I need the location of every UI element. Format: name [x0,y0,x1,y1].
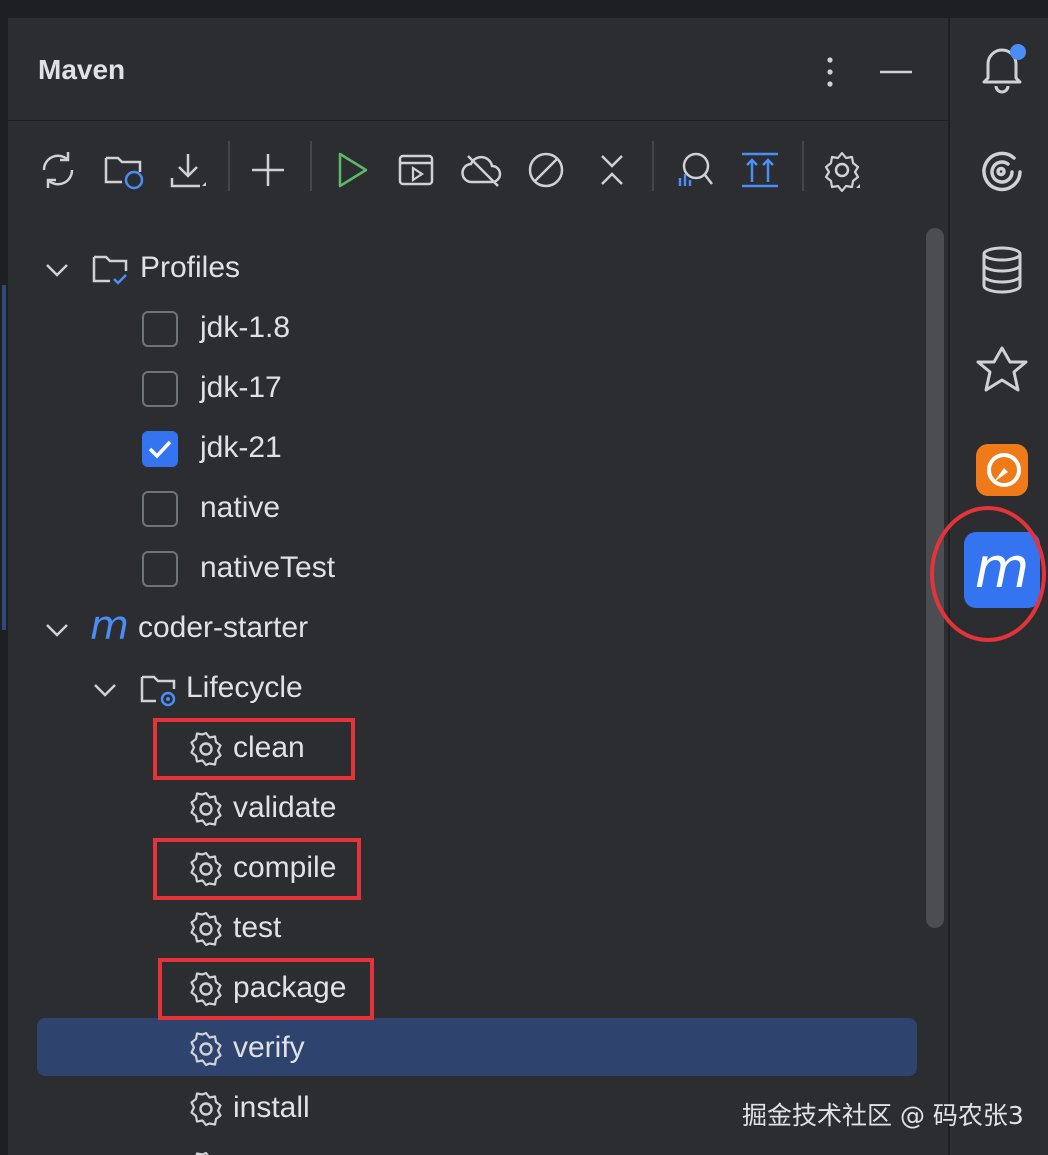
profiles-node[interactable]: Profiles [140,251,240,285]
reload-icon [42,152,74,188]
goal-package[interactable]: package [8,959,928,1019]
minimize-icon[interactable] [876,52,916,92]
profile-checkbox[interactable] [142,431,178,467]
annotation-box [158,958,374,1020]
maven-settings-button[interactable] [820,148,864,193]
window-top-border [0,0,1048,18]
gear-icon [186,1149,226,1155]
gear-icon [186,909,226,949]
collapse-all-button[interactable] [590,148,634,192]
database-icon[interactable] [974,242,1030,298]
panel-title: Maven [38,54,126,85]
dependencies-icon [742,152,778,188]
profile-label: jdk-1.8 [200,311,291,344]
run-icon [338,152,368,188]
profile-checkbox[interactable] [142,551,178,587]
goal-validate[interactable]: validate [8,779,928,839]
maven-toolbar [8,121,948,211]
download-icon [170,154,206,188]
tree-row-profile[interactable]: jdk-21 [8,419,928,479]
profiles-folder-icon [90,249,130,289]
profile-checkbox[interactable] [142,371,178,407]
execute-maven-goal-button[interactable] [394,148,438,192]
reload-all-projects-button[interactable] [36,148,80,192]
project-node[interactable]: coder-starter [138,611,308,645]
skip-tests-button[interactable] [524,148,568,192]
goal-site[interactable]: site [8,1139,928,1155]
execute-icon [398,154,434,186]
goal-clean[interactable]: clean [8,719,928,779]
tree-row-profile[interactable]: jdk-1.8 [8,299,928,359]
chevron-down-icon[interactable] [42,615,72,645]
check-icon [148,440,172,459]
add-maven-project-button[interactable] [246,148,290,192]
goal-label: install [233,1091,310,1124]
goal-label: validate [233,791,337,824]
goal-compile[interactable]: compile [8,839,928,899]
tree-row-project[interactable]: m coder-starter [8,599,928,659]
toolbar-separator [802,141,804,191]
profile-label: jdk-17 [200,371,282,404]
goal-verify[interactable]: verify [8,1019,928,1079]
analyze-dependencies-button[interactable] [672,148,716,192]
maven-tool-window: Maven Profiles jdk-1.8 jdk-17 jdk-21 nat… [8,18,948,1155]
editor-edge [0,0,8,1155]
annotation-box [153,718,355,780]
profile-label: native [200,491,281,524]
goal-label: verify [233,1031,305,1064]
toolbar-separator [228,141,230,191]
analyze-icon [678,152,713,186]
cloud-off-icon [461,155,502,187]
tree-row-profile[interactable]: native [8,479,928,539]
toggle-offline-mode-button[interactable] [460,148,504,192]
collapse-icon [601,155,623,185]
toolbar-separator [310,141,312,191]
gradle-like-icon[interactable] [974,342,1030,398]
skip-icon [528,152,564,188]
folder-refresh-icon [104,156,144,190]
goal-label: site [233,1151,280,1155]
gear-icon [186,1029,226,1069]
show-dependencies-button[interactable] [738,148,782,192]
editor-stripe [2,285,6,630]
lifecycle-folder-icon [138,669,178,709]
tree-row-lifecycle[interactable]: Lifecycle [8,659,928,719]
chevron-down-icon[interactable] [90,675,120,705]
profile-checkbox[interactable] [142,491,178,527]
panel-header: Maven [8,18,948,121]
maven-project-icon: m [90,603,129,649]
goal-label: test [233,911,282,944]
tree-row-profiles[interactable]: Profiles [8,239,928,299]
lifecycle-node[interactable]: Lifecycle [186,671,303,705]
profile-checkbox[interactable] [142,311,178,347]
tree-row-profile[interactable]: jdk-17 [8,359,928,419]
annotation-circle [930,506,1046,642]
chevron-down-icon[interactable] [42,255,72,285]
gear-icon [186,789,226,829]
goal-test[interactable]: test [8,899,928,959]
gear-icon [186,1089,226,1129]
ai-assistant-icon[interactable] [974,142,1030,198]
generate-sources-button[interactable] [102,148,146,192]
run-maven-build-button[interactable] [330,148,374,192]
annotation-box [153,838,361,900]
download-sources-button[interactable] [166,148,210,192]
profile-label: jdk-21 [200,431,282,464]
profile-label: nativeTest [200,551,336,584]
plus-icon [252,154,284,186]
plugin-icon[interactable] [974,442,1030,498]
toolbar-separator [652,141,654,191]
notifications-icon[interactable] [974,40,1030,96]
tree-row-profile[interactable]: nativeTest [8,539,928,599]
gear-icon [824,151,860,193]
watermark: 掘金技术社区 @ 码农张3 [742,1101,1024,1130]
maven-projects-tree: Profiles jdk-1.8 jdk-17 jdk-21 native nativeT… [8,211,938,1155]
more-vertical-icon[interactable] [810,52,850,92]
